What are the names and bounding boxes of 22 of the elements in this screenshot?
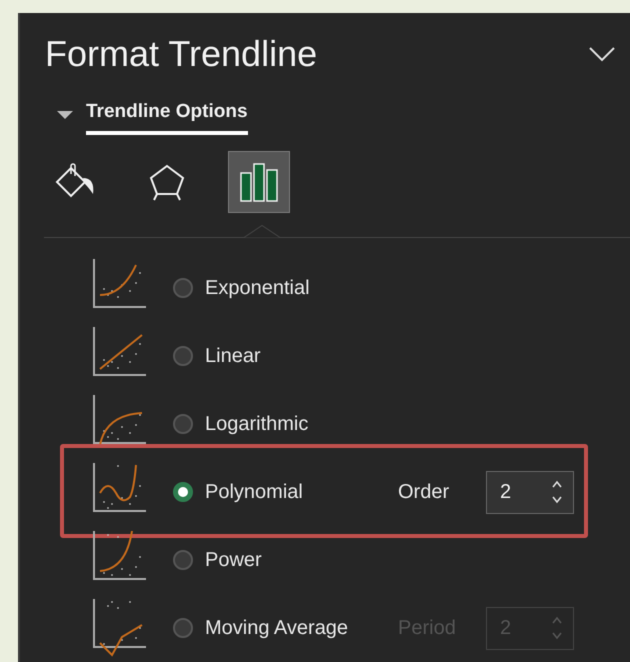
pane-title: Format Trendline — [45, 33, 318, 75]
radio-button[interactable] — [173, 550, 193, 570]
expand-triangle-icon[interactable] — [56, 110, 74, 120]
option-label[interactable]: Logarithmic — [205, 412, 308, 436]
parameter-label: Order — [398, 480, 450, 504]
trendline-chart-icon — [92, 599, 148, 657]
chevron-down-icon[interactable] — [588, 46, 616, 62]
radio-button[interactable] — [173, 346, 193, 366]
radio-button[interactable] — [173, 482, 193, 502]
option-label[interactable]: Moving Average — [205, 616, 348, 640]
option-label[interactable]: Exponential — [205, 276, 310, 300]
spin-field[interactable]: 2 — [486, 470, 574, 514]
option-label[interactable]: Polynomial — [205, 480, 303, 504]
option-label[interactable]: Linear — [205, 344, 261, 368]
radio-button[interactable] — [173, 414, 193, 434]
section-tab[interactable]: Trendline Options — [86, 101, 248, 135]
radio-button[interactable] — [173, 278, 193, 298]
option-label[interactable]: Power — [205, 548, 262, 572]
pentagon-icon — [147, 162, 187, 202]
radio-button[interactable] — [173, 618, 193, 638]
bar-chart-icon — [238, 161, 280, 203]
category-tab[interactable] — [228, 151, 290, 213]
